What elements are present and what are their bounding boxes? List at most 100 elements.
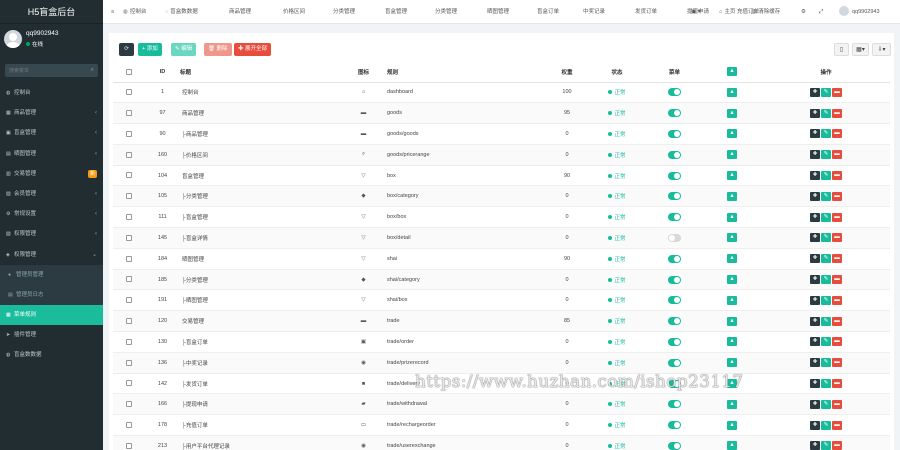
row-checkbox[interactable] [113, 123, 145, 145]
checkbox[interactable] [126, 359, 132, 366]
expand-row-icon[interactable]: ▲ [727, 233, 737, 243]
drag-icon[interactable]: ✚ [810, 295, 820, 305]
menu-toggle[interactable] [668, 296, 681, 305]
edit-icon[interactable]: ✎ [821, 233, 831, 243]
menu-toggle[interactable] [668, 421, 681, 430]
checkbox[interactable] [126, 151, 132, 158]
menu-toggle[interactable] [668, 317, 681, 326]
edit-icon[interactable]: ✎ [821, 316, 831, 326]
home-link[interactable]: ⌂ 主页 [719, 0, 735, 24]
row-checkbox[interactable] [113, 248, 145, 270]
edit-icon[interactable]: ✎ [821, 150, 831, 160]
col-toggle[interactable]: ▲ [702, 62, 762, 83]
checkbox[interactable] [126, 130, 132, 137]
menu-toggle[interactable] [668, 233, 681, 242]
edit-button[interactable]: ✎ 编辑 [171, 43, 197, 56]
edit-icon[interactable]: ✎ [821, 87, 831, 97]
drag-icon[interactable]: ✚ [810, 316, 820, 326]
row-checkbox[interactable] [113, 102, 145, 125]
checkbox[interactable] [126, 442, 132, 449]
expand-row-icon[interactable]: ▲ [727, 441, 737, 450]
edit-icon[interactable]: ✎ [821, 337, 831, 347]
delete-icon[interactable]: ▬ [832, 254, 842, 264]
edit-icon[interactable]: ✎ [821, 191, 831, 201]
col-title[interactable]: 标题 [180, 62, 340, 83]
row-checkbox[interactable] [113, 352, 145, 374]
expand-row-icon[interactable]: ▲ [727, 212, 737, 222]
drag-icon[interactable]: ✚ [810, 441, 820, 450]
expand-row-icon[interactable]: ▲ [727, 316, 737, 326]
row-checkbox[interactable] [113, 206, 145, 229]
edit-icon[interactable]: ✎ [821, 399, 831, 409]
edit-icon[interactable]: ✎ [821, 171, 831, 181]
menu-toggle[interactable] [668, 337, 681, 346]
checkbox[interactable] [126, 380, 132, 387]
drag-icon[interactable]: ✚ [810, 233, 820, 243]
delete-icon[interactable]: ▬ [832, 316, 842, 326]
row-checkbox[interactable] [113, 289, 145, 312]
expand-row-icon[interactable]: ▲ [727, 295, 737, 305]
row-checkbox[interactable] [113, 144, 145, 166]
row-checkbox[interactable] [113, 373, 145, 395]
drag-icon[interactable]: ✚ [810, 212, 820, 222]
delete-icon[interactable]: ▬ [832, 171, 842, 181]
sidebar-item-4[interactable]: ▥ 交易管理 新 [0, 164, 103, 184]
menu-toggle[interactable] [668, 254, 681, 263]
expand-row-icon[interactable]: ▲ [727, 150, 737, 160]
menu-toggle[interactable] [668, 171, 681, 180]
sidebar-item-9[interactable]: ● 管理员管理 [0, 264, 103, 285]
menu-toggle[interactable] [668, 192, 681, 201]
drag-icon[interactable]: ✚ [810, 275, 820, 285]
row-checkbox[interactable] [113, 393, 145, 416]
expand-row-icon[interactable]: ▲ [727, 420, 737, 430]
sidebar-item-7[interactable]: ▨ 权限管理 ‹ [0, 224, 103, 244]
delete-icon[interactable]: ▬ [832, 441, 842, 450]
sidebar-item-2[interactable]: ▣ 盲盒管理 ‹ [0, 123, 103, 143]
sidebar-item-11[interactable]: ▦ 菜单规则 [0, 305, 103, 326]
edit-icon[interactable]: ✎ [821, 212, 831, 222]
drag-icon[interactable]: ✚ [810, 191, 820, 201]
expand-row-icon[interactable]: ▲ [727, 191, 737, 201]
brand-logo[interactable]: H5盲盒后台 [0, 0, 103, 24]
toggle-all-button[interactable]: ✚ 展开全部 [234, 43, 272, 56]
tab-shop[interactable]: 商品管理 [229, 0, 251, 24]
sidebar-item-6[interactable]: ⚙ 常规设置 ‹ [0, 204, 103, 224]
edit-icon[interactable]: ✎ [821, 295, 831, 305]
menu-toggle[interactable] [668, 88, 681, 97]
checkbox[interactable] [126, 89, 132, 96]
checkbox[interactable] [126, 213, 132, 220]
menu-toggle-icon[interactable]: ≡ [111, 0, 114, 24]
search-icon[interactable]: ⌕ [91, 67, 94, 74]
expand-row-icon[interactable]: ▲ [727, 129, 737, 139]
edit-icon[interactable]: ✎ [821, 441, 831, 450]
row-checkbox[interactable] [113, 331, 145, 353]
sidebar-item-10[interactable]: ▤ 管理员日志 [0, 284, 103, 306]
tab-category2[interactable]: 分类管理 [435, 0, 457, 24]
sidebar-item-0[interactable]: ◍ 控制台 [0, 83, 103, 103]
checkbox[interactable] [126, 276, 132, 283]
menu-toggle[interactable] [668, 150, 681, 159]
row-checkbox[interactable] [113, 165, 145, 187]
col-id[interactable]: ID [145, 62, 180, 83]
row-checkbox[interactable] [113, 227, 145, 249]
columns-icon[interactable]: ▦▾ [852, 43, 869, 56]
checkbox[interactable] [126, 255, 132, 262]
delete-icon[interactable]: ▬ [832, 358, 842, 368]
delete-icon[interactable]: ▬ [832, 87, 842, 97]
delete-icon[interactable]: ▬ [832, 295, 842, 305]
tab-price[interactable]: 价格区间 [283, 0, 305, 24]
drag-icon[interactable]: ✚ [810, 108, 820, 118]
menu-toggle[interactable] [668, 275, 681, 284]
sidebar-item-3[interactable]: ▤ 晒图管理 ‹ [0, 144, 103, 164]
delete-icon[interactable]: ▬ [832, 337, 842, 347]
tab-data[interactable]: ◌ 盲盒数数据 [165, 0, 198, 24]
edit-icon[interactable]: ✎ [821, 420, 831, 430]
delete-icon[interactable]: ▬ [832, 420, 842, 430]
drag-icon[interactable]: ✚ [810, 150, 820, 160]
sidebar-item-1[interactable]: ▦ 商品管理 ‹ [0, 103, 103, 123]
tab-category[interactable]: 分类管理 [333, 0, 355, 24]
edit-icon[interactable]: ✎ [821, 358, 831, 368]
toggle-view-icon[interactable]: ▯ [834, 43, 849, 56]
select-all-checkbox[interactable] [113, 62, 145, 83]
expand-row-icon[interactable]: ▲ [727, 87, 737, 97]
